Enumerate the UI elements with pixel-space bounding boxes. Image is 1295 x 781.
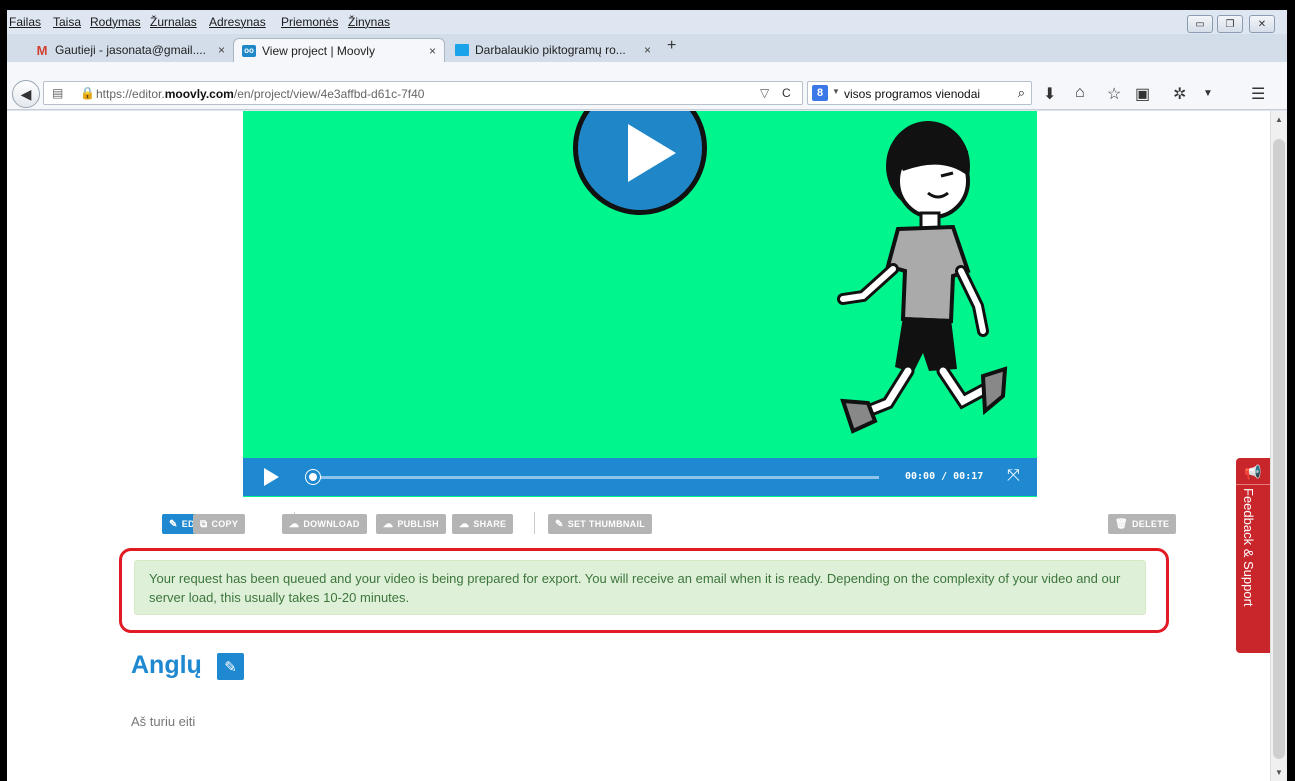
share-icon: ☁: [459, 518, 470, 530]
player-controls: 00:00 / 00:17 ⤧: [243, 458, 1037, 496]
browser-window: Failas Taisa Rodymas Žurnalas Adresynas …: [7, 10, 1287, 781]
back-arrow-icon: ◀: [20, 85, 32, 102]
divider: [534, 512, 535, 534]
trash-icon: 🗑: [1115, 518, 1128, 530]
play-icon: [628, 124, 676, 182]
share-button[interactable]: ☁ SHARE: [452, 514, 514, 534]
reading-list-icon[interactable]: ▣: [1135, 84, 1150, 104]
scrollbar-thumb[interactable]: [1273, 139, 1285, 759]
search-icon[interactable]: ⌕: [1018, 85, 1025, 101]
menu-bar: Failas Taisa Rodymas Žurnalas Adresynas …: [7, 10, 1287, 34]
copy-button[interactable]: ⧉ COPY: [193, 514, 246, 534]
pencil-icon: ✎: [224, 658, 237, 676]
addon-icon[interactable]: ✲: [1173, 84, 1186, 104]
download-icon[interactable]: ⬇: [1043, 84, 1056, 104]
video-player[interactable]: [243, 111, 1037, 497]
search-input[interactable]: visos programos vienodai: [844, 87, 980, 101]
menu-view[interactable]: Rodymas: [90, 15, 141, 29]
time-display: 00:00 / 00:17: [905, 471, 984, 482]
url-path: /en/project/view/4e3affbd-d61c-7f40: [233, 87, 425, 101]
copy-label: COPY: [211, 519, 239, 529]
menu-bookmarks[interactable]: Adresynas: [209, 15, 266, 29]
gmail-icon: M: [36, 42, 48, 58]
tab-label: Gautieji - jasonata@gmail....: [55, 43, 206, 57]
set-thumbnail-button[interactable]: ✎ SET THUMBNAIL: [548, 514, 653, 534]
minimize-button[interactable]: ▭: [1187, 15, 1213, 33]
lock-icon: 🔒: [80, 86, 95, 100]
download-icon: ☁: [289, 518, 300, 530]
menu-tools[interactable]: Priemonės: [281, 15, 338, 29]
tab-label: Darbalaukio piktogramų ro...: [475, 43, 626, 57]
chevron-down-icon[interactable]: ▼: [832, 87, 840, 96]
tab-moovly[interactable]: oo View project | Moovly ×: [233, 38, 445, 62]
address-bar[interactable]: ▤ 🔒 https://editor.moovly.com/en/project…: [43, 81, 803, 105]
publish-label: PUBLISH: [397, 519, 439, 529]
url-prefix: https://editor.: [96, 87, 165, 101]
search-bar[interactable]: 8 ▼ visos programos vienodai ⌕: [807, 81, 1032, 105]
progress-track[interactable]: [313, 476, 879, 479]
tab-bar: M Gautieji - jasonata@gmail.... × oo Vie…: [7, 34, 1287, 62]
tab-label: View project | Moovly: [262, 43, 375, 58]
big-play-button[interactable]: [573, 111, 707, 215]
scroll-up-icon[interactable]: ▲: [1275, 115, 1283, 124]
publish-button[interactable]: ☁ PUBLISH: [376, 514, 446, 534]
navigation-bar: ◀ ▤ 🔒 https://editor.moovly.com/en/proje…: [7, 62, 1287, 110]
menu-history[interactable]: Žurnalas: [150, 15, 197, 29]
search-engine-icon[interactable]: 8: [812, 85, 828, 101]
reload-icon[interactable]: C: [782, 86, 791, 100]
moovly-icon: oo: [242, 44, 256, 57]
dropdown-icon[interactable]: ▽: [760, 86, 769, 100]
publish-icon: ☁: [383, 518, 394, 530]
play-icon[interactable]: [264, 468, 279, 486]
scroll-down-icon[interactable]: ▼: [1275, 768, 1283, 777]
tab-close-button[interactable]: ×: [218, 43, 225, 57]
pencil-icon: ✎: [555, 518, 564, 530]
feedback-support-tab[interactable]: 📢 Feedback & Support: [1236, 458, 1270, 653]
project-description: Aš turiu eiti: [131, 714, 196, 729]
download-button[interactable]: ☁ DOWNLOAD: [282, 514, 367, 534]
windows-icon: [455, 44, 469, 56]
divider: [1236, 484, 1270, 485]
chevron-down-icon[interactable]: ▼: [1203, 88, 1213, 99]
download-label: DOWNLOAD: [303, 519, 360, 529]
set-thumbnail-label: SET THUMBNAIL: [567, 519, 646, 529]
menu-help[interactable]: Žinynas: [348, 15, 390, 29]
delete-button[interactable]: 🗑 DELETE: [1108, 514, 1177, 534]
edit-title-button[interactable]: ✎: [217, 653, 244, 680]
identity-icon: ▤: [52, 86, 64, 100]
copy-icon: ⧉: [200, 518, 208, 530]
feedback-label: Feedback & Support: [1241, 488, 1256, 607]
progress-knob[interactable]: [306, 470, 320, 484]
bookmark-star-icon[interactable]: ☆: [1107, 84, 1121, 104]
tab-gmail[interactable]: M Gautieji - jasonata@gmail.... ×: [27, 38, 233, 62]
close-icon: ✕: [1257, 18, 1267, 30]
project-title: Anglų: [131, 651, 202, 679]
menu-icon[interactable]: ☰: [1251, 84, 1265, 104]
delete-label: DELETE: [1132, 519, 1170, 529]
menu-edit[interactable]: Taisa: [53, 15, 81, 29]
page-viewport: 00:00 / 00:17 ⤧ ✎EDIT ⧉COPY ☁DOWNLOAD ☁P…: [7, 111, 1270, 781]
new-tab-button[interactable]: +: [667, 37, 676, 55]
fullscreen-icon[interactable]: ⤧: [1007, 467, 1020, 485]
walking-boy-illustration: [837, 121, 1008, 434]
restore-icon: ❐: [1225, 18, 1235, 30]
megaphone-icon: 📢: [1244, 464, 1262, 480]
restore-button[interactable]: ❐: [1217, 15, 1243, 33]
close-window-button[interactable]: ✕: [1249, 15, 1275, 33]
page-scrollbar[interactable]: ▲ ▼: [1270, 111, 1287, 781]
highlight-annotation: [119, 548, 1169, 633]
url-text: https://editor.moovly.com/en/project/vie…: [96, 87, 424, 101]
tab-windows[interactable]: Darbalaukio piktogramų ro... ×: [447, 38, 659, 62]
minimize-icon: ▭: [1195, 18, 1205, 30]
pencil-icon: ✎: [169, 518, 178, 530]
home-icon[interactable]: ⌂: [1075, 84, 1085, 102]
menu-file[interactable]: Failas: [9, 15, 41, 29]
url-domain: moovly.com: [164, 87, 234, 101]
tab-close-button[interactable]: ×: [429, 44, 436, 58]
back-button[interactable]: ◀: [12, 80, 40, 108]
share-label: SHARE: [473, 519, 507, 529]
tab-close-button[interactable]: ×: [644, 43, 651, 57]
